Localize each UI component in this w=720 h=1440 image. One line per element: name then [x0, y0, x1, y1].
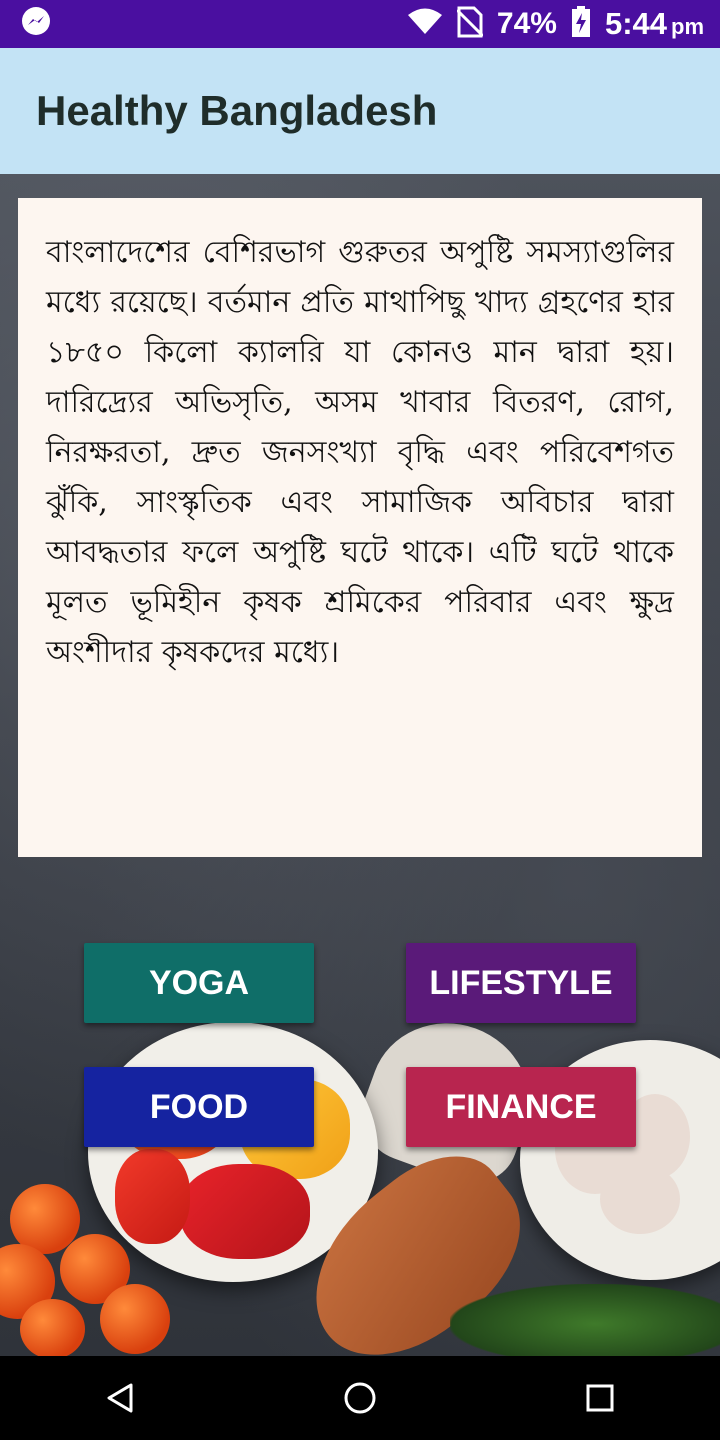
clock-ampm: pm	[671, 14, 704, 39]
lifestyle-button[interactable]: LIFESTYLE	[406, 943, 636, 1023]
back-button[interactable]	[60, 1356, 180, 1440]
clock: 5:44 pm	[605, 6, 704, 42]
garlic-clove-image-3	[600, 1164, 680, 1234]
back-icon	[107, 1383, 133, 1413]
battery-charging-icon	[571, 6, 591, 42]
home-button[interactable]	[300, 1356, 420, 1440]
recents-button[interactable]	[540, 1356, 660, 1440]
food-button[interactable]: FOOD	[84, 1067, 314, 1147]
tomato-image-5	[20, 1299, 85, 1356]
herbs-image	[450, 1284, 720, 1356]
yoga-button[interactable]: YOGA	[84, 943, 314, 1023]
app-bar: Healthy Bangladesh	[0, 48, 720, 174]
recents-icon	[586, 1384, 614, 1412]
red-pepper-image	[180, 1164, 310, 1259]
messenger-icon	[20, 6, 52, 42]
info-card: বাংলাদেশের বেশিরভাগ গুরুতর অপুষ্টি সমস্য…	[18, 198, 702, 857]
content-area: বাংলাদেশের বেশিরভাগ গুরুতর অপুষ্টি সমস্য…	[0, 174, 720, 1356]
finance-button[interactable]: FINANCE	[406, 1067, 636, 1147]
app-title: Healthy Bangladesh	[36, 87, 438, 134]
wifi-icon	[407, 8, 443, 40]
navigation-bar	[0, 1356, 720, 1440]
red-pepper-image-2	[115, 1149, 190, 1244]
home-icon	[344, 1382, 376, 1414]
battery-percent: 74%	[496, 7, 557, 40]
no-sim-icon	[455, 6, 484, 42]
clock-time: 5:44	[604, 6, 667, 41]
tomato-image-4	[100, 1284, 170, 1354]
info-text: বাংলাদেশের বেশিরভাগ গুরুতর অপুষ্টি সমস্য…	[46, 235, 674, 670]
status-bar: 74% 5:44 pm	[0, 0, 720, 48]
